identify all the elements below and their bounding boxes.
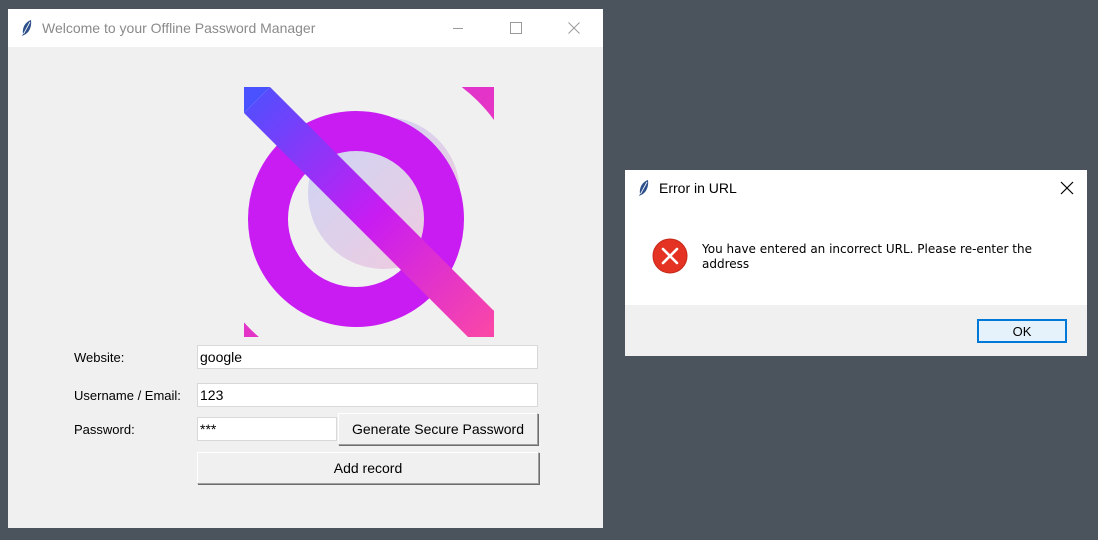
error-titlebar[interactable]: Error in URL bbox=[625, 170, 1087, 206]
username-label: Username / Email: bbox=[74, 388, 181, 403]
app-logo bbox=[244, 87, 494, 337]
website-label: Website: bbox=[74, 350, 125, 365]
main-window: Welcome to your Offline Password Manager bbox=[8, 9, 603, 528]
main-titlebar[interactable]: Welcome to your Offline Password Manager bbox=[8, 9, 603, 47]
ok-button[interactable]: OK bbox=[977, 319, 1067, 343]
close-icon[interactable] bbox=[1059, 180, 1075, 196]
close-icon bbox=[568, 22, 580, 34]
password-input[interactable] bbox=[197, 417, 337, 441]
feather-icon bbox=[639, 180, 649, 196]
feather-icon bbox=[22, 20, 32, 36]
error-icon bbox=[652, 238, 688, 274]
close-button[interactable] bbox=[545, 9, 603, 47]
website-input[interactable] bbox=[197, 345, 538, 369]
window-title: Welcome to your Offline Password Manager bbox=[42, 20, 316, 36]
minimize-icon bbox=[453, 28, 463, 29]
error-title: Error in URL bbox=[659, 180, 737, 196]
dialog-footer: OK bbox=[625, 305, 1087, 356]
minimize-button[interactable] bbox=[429, 9, 487, 47]
maximize-icon bbox=[510, 22, 522, 34]
maximize-button[interactable] bbox=[487, 9, 545, 47]
username-input[interactable] bbox=[197, 383, 538, 407]
add-record-button[interactable]: Add record bbox=[197, 452, 539, 484]
password-label: Password: bbox=[74, 422, 135, 437]
error-dialog: Error in URL You have entered an incorre… bbox=[625, 170, 1087, 356]
error-message: You have entered an incorrect URL. Pleas… bbox=[702, 242, 1032, 271]
generate-password-button[interactable]: Generate Secure Password bbox=[338, 413, 538, 445]
